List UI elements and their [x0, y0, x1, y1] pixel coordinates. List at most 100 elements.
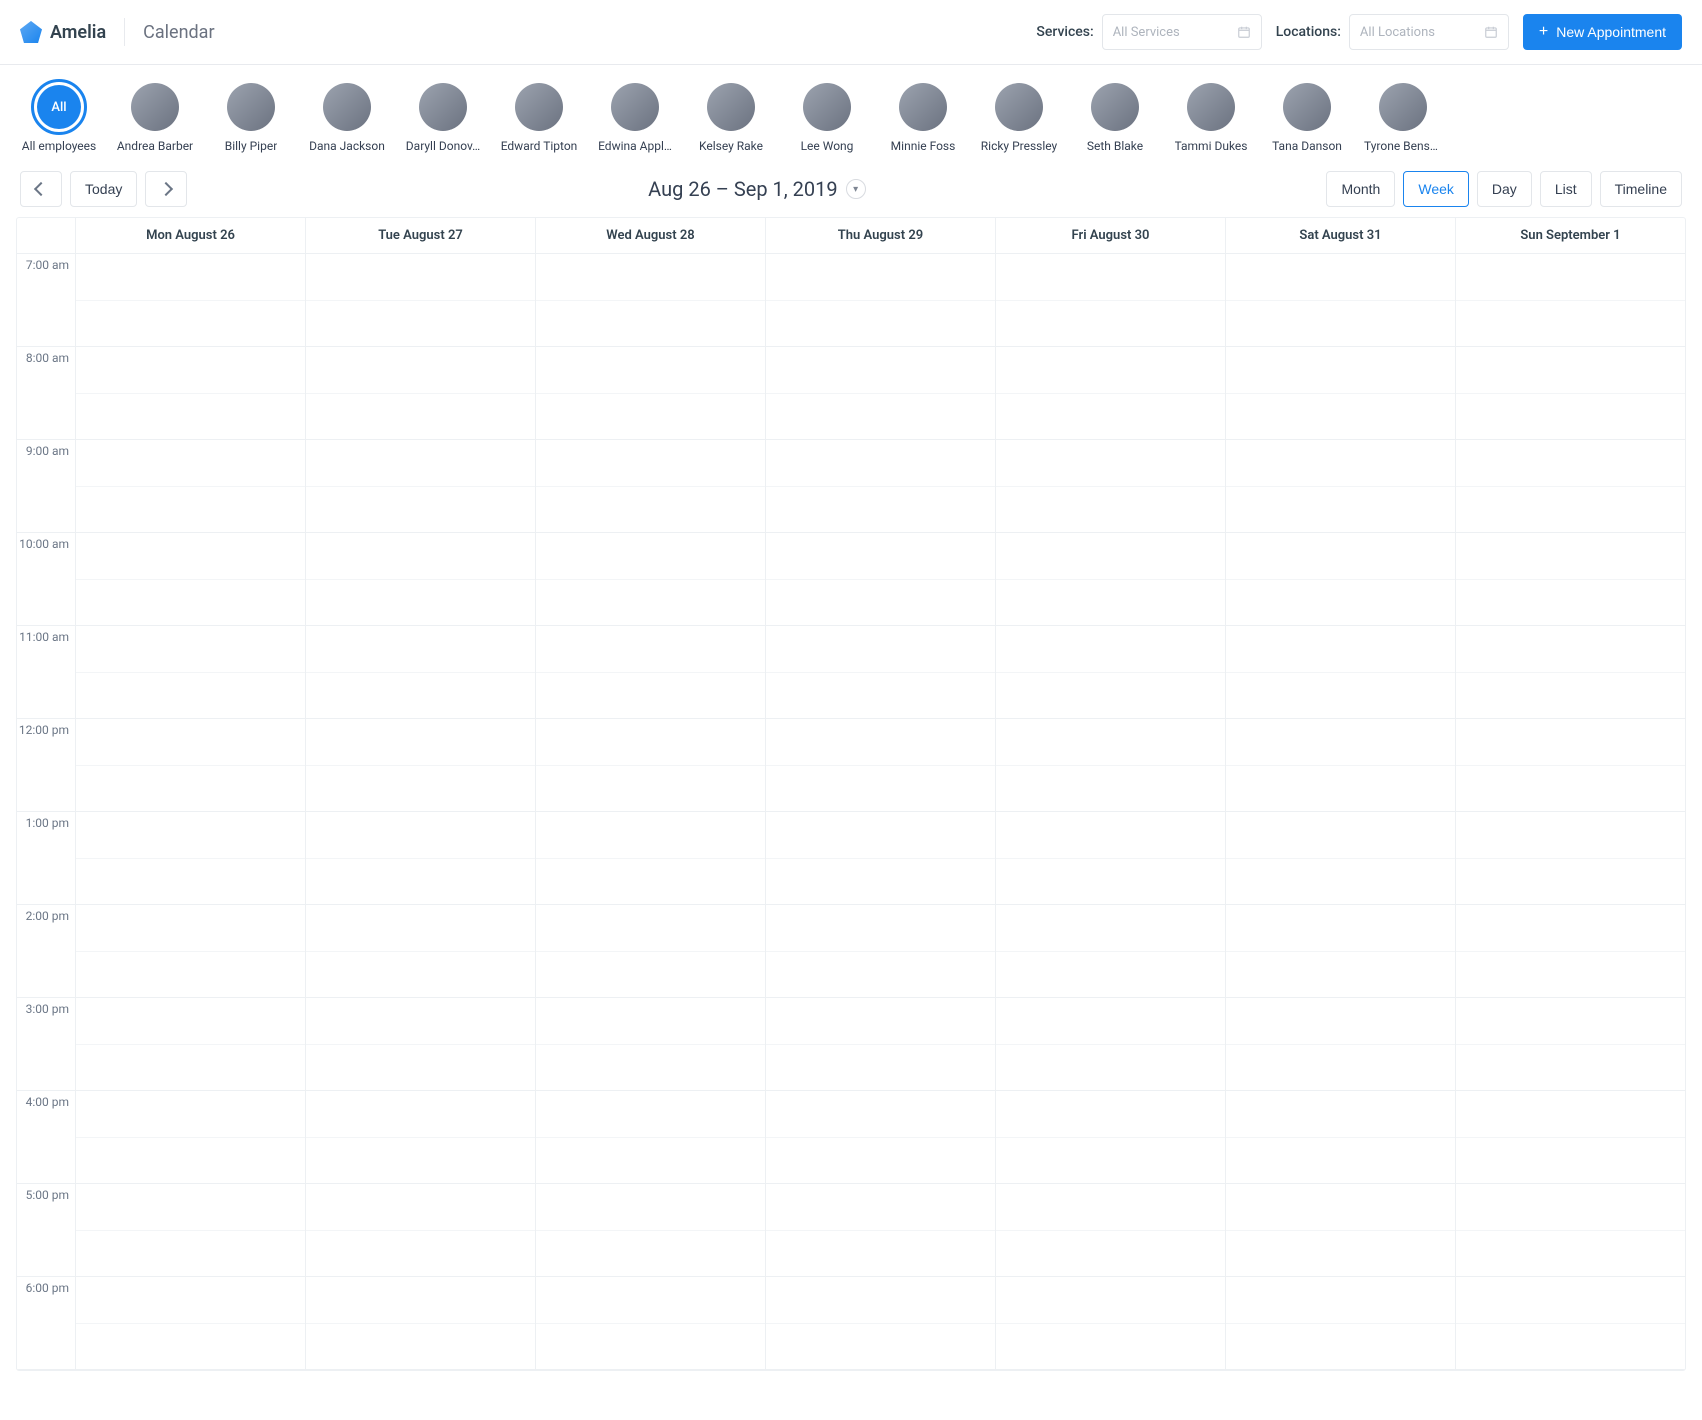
calendar-cell[interactable]	[996, 440, 1225, 487]
calendar-cell[interactable]	[536, 1091, 765, 1138]
calendar-cell[interactable]	[76, 766, 305, 813]
calendar-cell[interactable]	[766, 254, 995, 301]
calendar-cell[interactable]	[1226, 1045, 1455, 1092]
calendar-cell[interactable]	[766, 487, 995, 534]
calendar-cell[interactable]	[76, 905, 305, 952]
calendar-cell[interactable]	[766, 1091, 995, 1138]
calendar-cell[interactable]	[996, 859, 1225, 906]
calendar-cell[interactable]	[1226, 487, 1455, 534]
calendar-cell[interactable]	[1226, 905, 1455, 952]
calendar-cell[interactable]	[76, 1231, 305, 1278]
calendar-cell[interactable]	[1456, 1277, 1685, 1324]
calendar-cell[interactable]	[306, 1231, 535, 1278]
calendar-cell[interactable]	[996, 1184, 1225, 1231]
calendar-cell[interactable]	[1226, 812, 1455, 859]
employee-filter-item[interactable]: Lee Wong	[788, 83, 866, 153]
calendar-cell[interactable]	[996, 1138, 1225, 1185]
calendar-cell[interactable]	[306, 952, 535, 999]
calendar-cell[interactable]	[996, 301, 1225, 348]
calendar-cell[interactable]	[76, 1324, 305, 1371]
calendar-cell[interactable]	[996, 766, 1225, 813]
calendar-cell[interactable]	[306, 766, 535, 813]
calendar-cell[interactable]	[306, 673, 535, 720]
locations-select[interactable]: All Locations	[1349, 14, 1509, 50]
calendar-cell[interactable]	[76, 859, 305, 906]
calendar-cell[interactable]	[306, 394, 535, 441]
calendar-cell[interactable]	[766, 533, 995, 580]
calendar-cell[interactable]	[306, 1324, 535, 1371]
brand-logo[interactable]: Amelia	[20, 21, 106, 43]
employee-filter-item[interactable]: Edward Tipton	[500, 83, 578, 153]
calendar-cell[interactable]	[536, 301, 765, 348]
employee-filter-item[interactable]: AllAll employees	[20, 83, 98, 153]
calendar-cell[interactable]	[1226, 440, 1455, 487]
calendar-cell[interactable]	[76, 533, 305, 580]
calendar-cell[interactable]	[766, 626, 995, 673]
calendar-cell[interactable]	[1456, 1091, 1685, 1138]
calendar-cell[interactable]	[76, 1277, 305, 1324]
calendar-cell[interactable]	[536, 533, 765, 580]
employee-filter-item[interactable]: Tana Danson	[1268, 83, 1346, 153]
calendar-cell[interactable]	[766, 905, 995, 952]
calendar-cell[interactable]	[766, 719, 995, 766]
calendar-cell[interactable]	[1226, 301, 1455, 348]
calendar-cell[interactable]	[766, 580, 995, 627]
calendar-cell[interactable]	[536, 1231, 765, 1278]
calendar-cell[interactable]	[766, 1277, 995, 1324]
calendar-cell[interactable]	[536, 673, 765, 720]
calendar-cell[interactable]	[996, 347, 1225, 394]
employee-filter-item[interactable]: Seth Blake	[1076, 83, 1154, 153]
calendar-cell[interactable]	[996, 533, 1225, 580]
calendar-cell[interactable]	[1226, 533, 1455, 580]
calendar-cell[interactable]	[1226, 1184, 1455, 1231]
calendar-cell[interactable]	[76, 347, 305, 394]
calendar-cell[interactable]	[306, 1091, 535, 1138]
calendar-cell[interactable]	[536, 347, 765, 394]
calendar-cell[interactable]	[766, 673, 995, 720]
calendar-cell[interactable]	[766, 347, 995, 394]
calendar-cell[interactable]	[996, 487, 1225, 534]
calendar-cell[interactable]	[76, 626, 305, 673]
calendar-cell[interactable]	[536, 1277, 765, 1324]
calendar-cell[interactable]	[536, 766, 765, 813]
calendar-cell[interactable]	[766, 812, 995, 859]
calendar-cell[interactable]	[1226, 998, 1455, 1045]
employee-filter-item[interactable]: Kelsey Rake	[692, 83, 770, 153]
calendar-cell[interactable]	[76, 952, 305, 999]
calendar-cell[interactable]	[306, 301, 535, 348]
calendar-cell[interactable]	[1456, 1138, 1685, 1185]
calendar-cell[interactable]	[766, 1138, 995, 1185]
calendar-cell[interactable]	[1456, 812, 1685, 859]
calendar-cell[interactable]	[766, 1231, 995, 1278]
calendar-cell[interactable]	[1456, 766, 1685, 813]
view-timeline[interactable]: Timeline	[1600, 171, 1682, 207]
employee-filter-item[interactable]: Dana Jackson	[308, 83, 386, 153]
calendar-cell[interactable]	[536, 905, 765, 952]
view-month[interactable]: Month	[1326, 171, 1395, 207]
calendar-cell[interactable]	[996, 1231, 1225, 1278]
calendar-cell[interactable]	[1456, 1184, 1685, 1231]
calendar-cell[interactable]	[1456, 998, 1685, 1045]
calendar-cell[interactable]	[1456, 487, 1685, 534]
employee-filter-item[interactable]: Edwina Appl…	[596, 83, 674, 153]
employee-filter-item[interactable]: Tammi Dukes	[1172, 83, 1250, 153]
calendar-cell[interactable]	[76, 1045, 305, 1092]
calendar-cell[interactable]	[76, 580, 305, 627]
calendar-cell[interactable]	[1456, 719, 1685, 766]
calendar-cell[interactable]	[1456, 952, 1685, 999]
calendar-cell[interactable]	[306, 1277, 535, 1324]
calendar-cell[interactable]	[766, 998, 995, 1045]
calendar-cell[interactable]	[76, 1138, 305, 1185]
calendar-cell[interactable]	[76, 301, 305, 348]
calendar-cell[interactable]	[306, 626, 535, 673]
calendar-cell[interactable]	[536, 440, 765, 487]
calendar-cell[interactable]	[1456, 394, 1685, 441]
calendar-cell[interactable]	[76, 673, 305, 720]
next-button[interactable]	[145, 171, 187, 207]
calendar-cell[interactable]	[996, 394, 1225, 441]
calendar-cell[interactable]	[1456, 626, 1685, 673]
calendar-cell[interactable]	[306, 719, 535, 766]
calendar-cell[interactable]	[1456, 1324, 1685, 1371]
calendar-cell[interactable]	[1226, 1277, 1455, 1324]
view-week[interactable]: Week	[1403, 171, 1469, 207]
